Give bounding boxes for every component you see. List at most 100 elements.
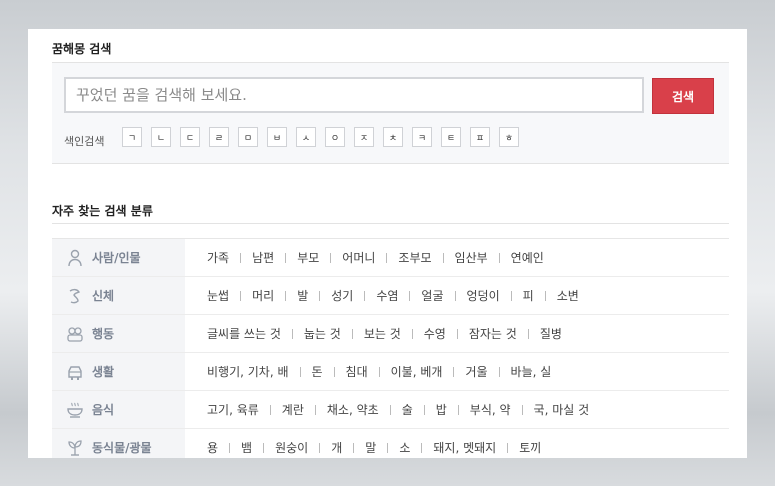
category-label: 음식 xyxy=(92,403,115,417)
category-link[interactable]: 수염 xyxy=(376,287,398,304)
category-link[interactable]: 토끼 xyxy=(519,439,541,456)
food-bowl-icon xyxy=(66,401,92,419)
category-link[interactable]: 임산부 xyxy=(455,249,488,266)
category-link[interactable]: 수영 xyxy=(424,325,446,342)
category-items: 비행기, 기차, 배 돈 침대 이불, 베개 거울 바늘, 실 xyxy=(185,353,551,390)
category-header: 신체 xyxy=(52,277,185,314)
item-separator xyxy=(319,442,321,453)
category-link[interactable]: 눕는 것 xyxy=(304,325,341,342)
category-link[interactable]: 뱀 xyxy=(241,439,252,456)
body-icon xyxy=(66,287,92,305)
item-separator xyxy=(263,442,265,453)
item-separator xyxy=(411,328,413,339)
item-separator xyxy=(456,328,458,339)
category-link[interactable]: 돈 xyxy=(312,363,323,380)
item-separator xyxy=(453,366,455,377)
index-key[interactable]: ㅎ xyxy=(499,127,519,147)
category-label: 사람/인물 xyxy=(92,251,141,265)
category-link[interactable]: 어머니 xyxy=(342,249,375,266)
category-link[interactable]: 원숭이 xyxy=(275,439,308,456)
index-key[interactable]: ㅁ xyxy=(238,127,258,147)
category-link[interactable]: 계란 xyxy=(282,401,304,418)
item-separator xyxy=(387,442,389,453)
category-link[interactable]: 질병 xyxy=(540,325,562,342)
category-link[interactable]: 남편 xyxy=(252,249,274,266)
index-key[interactable]: ㅌ xyxy=(441,127,461,147)
category-link[interactable]: 개 xyxy=(331,439,342,456)
category-link[interactable]: 소변 xyxy=(557,287,579,304)
category-link[interactable]: 머리 xyxy=(252,287,274,304)
category-link[interactable]: 엉덩이 xyxy=(467,287,500,304)
item-separator xyxy=(521,404,523,415)
item-separator xyxy=(319,290,321,301)
item-separator xyxy=(498,252,500,263)
category-link[interactable]: 조부모 xyxy=(398,249,431,266)
index-key[interactable]: ㅈ xyxy=(354,127,374,147)
category-link[interactable]: 이불, 베개 xyxy=(391,363,443,380)
index-key[interactable]: ㅅ xyxy=(296,127,316,147)
index-key[interactable]: ㄷ xyxy=(180,127,200,147)
category-link[interactable]: 보는 것 xyxy=(364,325,401,342)
category-link[interactable]: 발 xyxy=(297,287,308,304)
category-link[interactable]: 돼지, 멧돼지 xyxy=(433,439,496,456)
category-link[interactable]: 연예인 xyxy=(511,249,544,266)
item-separator xyxy=(364,290,366,301)
item-separator xyxy=(386,252,388,263)
item-separator xyxy=(285,290,287,301)
category-link[interactable]: 부식, 약 xyxy=(470,401,511,418)
category-header: 생활 xyxy=(52,353,185,390)
category-link[interactable]: 소 xyxy=(399,439,410,456)
category-link[interactable]: 용 xyxy=(207,439,218,456)
index-search-label: 색인검색 xyxy=(64,135,105,148)
category-row: 사람/인물 가족 남편 부모 어머니 조부모 임산부 연예인 xyxy=(52,239,729,277)
index-key[interactable]: ㄴ xyxy=(151,127,171,147)
item-separator xyxy=(378,366,380,377)
search-box: 검색 색인검색 ㄱㄴㄷㄹㅁㅂㅅㅇㅈㅊㅋㅌㅍㅎ xyxy=(52,63,729,164)
category-link[interactable]: 거울 xyxy=(465,363,487,380)
category-link[interactable]: 글씨를 쓰는 것 xyxy=(207,325,281,342)
item-separator xyxy=(527,328,529,339)
category-link[interactable]: 말 xyxy=(365,439,376,456)
category-row: 신체 눈썹 머리 발 성기 수염 얼굴 엉덩이 피 소변 xyxy=(52,277,729,315)
category-link[interactable]: 술 xyxy=(402,401,413,418)
dream-search-panel: 꿈해몽 검색 검색 색인검색 ㄱㄴㄷㄹㅁㅂㅅㅇㅈㅊㅋㅌㅍㅎ 자주 찾는 검색 분… xyxy=(28,29,747,458)
category-items: 눈썹 머리 발 성기 수염 얼굴 엉덩이 피 소변 xyxy=(185,277,579,314)
category-link[interactable]: 비행기, 기차, 배 xyxy=(207,363,289,380)
category-link[interactable]: 얼굴 xyxy=(421,287,443,304)
index-key[interactable]: ㅊ xyxy=(383,127,403,147)
category-items: 용 뱀 원숭이 개 말 소 돼지, 멧돼지 토끼 xyxy=(185,429,541,458)
item-separator xyxy=(314,404,316,415)
category-link[interactable]: 밥 xyxy=(436,401,447,418)
category-link[interactable]: 고기, 육류 xyxy=(207,401,259,418)
item-separator xyxy=(229,442,231,453)
index-key[interactable]: ㅂ xyxy=(267,127,287,147)
index-key[interactable]: ㅍ xyxy=(470,127,490,147)
category-link[interactable]: 잠자는 것 xyxy=(469,325,517,342)
category-items: 글씨를 쓰는 것 눕는 것 보는 것 수영 잠자는 것 질병 xyxy=(185,315,562,352)
category-link[interactable]: 채소, 약초 xyxy=(327,401,379,418)
item-separator xyxy=(333,366,335,377)
item-separator xyxy=(454,290,456,301)
category-link[interactable]: 바늘, 실 xyxy=(511,363,552,380)
category-link[interactable]: 부모 xyxy=(297,249,319,266)
index-key[interactable]: ㅋ xyxy=(412,127,432,147)
category-header: 사람/인물 xyxy=(52,239,185,276)
category-link[interactable]: 성기 xyxy=(331,287,353,304)
category-link[interactable]: 피 xyxy=(523,287,534,304)
item-separator xyxy=(498,366,500,377)
search-button[interactable]: 검색 xyxy=(652,78,714,114)
category-link[interactable]: 침대 xyxy=(346,363,368,380)
search-section-title: 꿈해몽 검색 xyxy=(52,42,112,56)
search-input[interactable] xyxy=(64,77,644,113)
category-label: 동식물/광물 xyxy=(92,441,152,455)
index-key[interactable]: ㄹ xyxy=(209,127,229,147)
category-row: 동식물/광물 용 뱀 원숭이 개 말 소 돼지, 멧돼지 토끼 xyxy=(52,429,729,458)
category-link[interactable]: 가족 xyxy=(207,249,229,266)
category-link[interactable]: 국, 마실 것 xyxy=(534,401,590,418)
index-key[interactable]: ㄱ xyxy=(122,127,142,147)
item-separator xyxy=(330,252,332,263)
category-link[interactable]: 눈썹 xyxy=(207,287,229,304)
item-separator xyxy=(389,404,391,415)
divider xyxy=(52,223,729,224)
index-key[interactable]: ㅇ xyxy=(325,127,345,147)
